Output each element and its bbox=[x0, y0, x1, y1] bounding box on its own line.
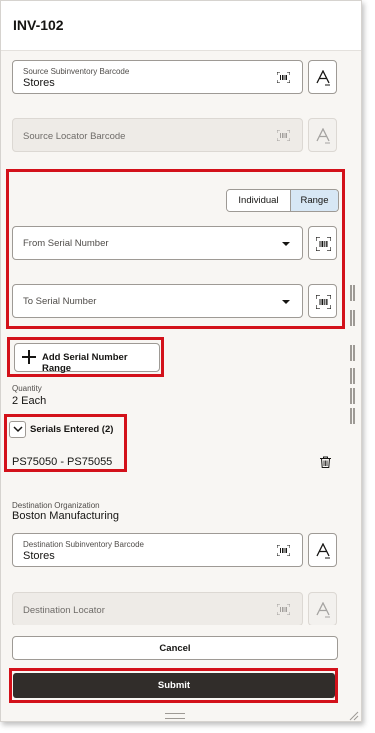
drag-handle[interactable] bbox=[165, 713, 185, 719]
field-value: Stores bbox=[23, 550, 55, 562]
source-subinventory-keyboard-button[interactable] bbox=[308, 60, 337, 94]
serial-mode-range[interactable]: Range bbox=[290, 190, 338, 211]
to-serial-select[interactable]: To Serial Number bbox=[12, 284, 303, 318]
field-placeholder: Destination Locator bbox=[23, 605, 105, 616]
barcode-scan-icon bbox=[277, 604, 290, 615]
field-label: Source Subinventory Barcode bbox=[23, 67, 130, 76]
source-subinventory-field[interactable]: Source Subinventory Barcode Stores bbox=[12, 60, 303, 94]
destination-organization-label: Destination Organization bbox=[12, 501, 100, 510]
to-serial-scan-button[interactable] bbox=[308, 284, 337, 318]
barcode-scan-icon[interactable] bbox=[277, 72, 290, 83]
field-placeholder: From Serial Number bbox=[23, 238, 109, 249]
chevron-down-icon[interactable] bbox=[9, 421, 26, 438]
serials-entered-label: Serials Entered (2) bbox=[30, 424, 114, 435]
add-serial-range-button[interactable]: Add Serial Number Range bbox=[14, 343, 160, 374]
page-header: INV-102 bbox=[1, 1, 361, 51]
keyboard-text-icon bbox=[316, 128, 330, 144]
serial-range-entry: PS75050 - PS75055 bbox=[12, 456, 113, 468]
plus-icon bbox=[22, 350, 36, 364]
page-title: INV-102 bbox=[13, 17, 64, 33]
source-locator-keyboard-button bbox=[308, 118, 337, 152]
dropdown-caret-icon bbox=[282, 300, 290, 304]
from-serial-select[interactable]: From Serial Number bbox=[12, 226, 303, 260]
destination-subinventory-field[interactable]: Destination Subinventory Barcode Stores bbox=[12, 533, 303, 567]
barcode-scan-icon bbox=[316, 237, 331, 251]
destination-locator-field[interactable]: Destination Locator bbox=[12, 592, 303, 626]
keyboard-text-icon bbox=[316, 70, 330, 86]
add-serial-range-label: Add Serial Number Range bbox=[42, 352, 128, 374]
barcode-scan-icon bbox=[277, 130, 290, 141]
quantity-label: Quantity bbox=[12, 384, 42, 393]
resize-grip-icon[interactable] bbox=[347, 709, 359, 721]
destination-subinventory-keyboard-button[interactable] bbox=[308, 533, 337, 567]
source-locator-field[interactable]: Source Locator Barcode bbox=[12, 118, 303, 152]
quantity-value: 2 Each bbox=[12, 395, 47, 407]
field-placeholder: To Serial Number bbox=[23, 296, 97, 307]
barcode-scan-icon[interactable] bbox=[277, 545, 290, 556]
destination-organization-value: Boston Manufacturing bbox=[12, 510, 120, 522]
field-label: Destination Subinventory Barcode bbox=[23, 540, 144, 549]
field-value: Stores bbox=[23, 77, 55, 89]
barcode-scan-icon bbox=[316, 295, 331, 309]
mobile-frame: INV-102 Source Subinventory Barcode Stor… bbox=[0, 0, 362, 722]
keyboard-text-icon bbox=[316, 602, 330, 618]
destination-locator-keyboard-button bbox=[308, 592, 337, 626]
dropdown-caret-icon bbox=[282, 242, 290, 246]
cancel-button[interactable]: Cancel bbox=[12, 636, 338, 660]
serial-mode-toggle[interactable]: Individual Range bbox=[226, 189, 339, 212]
keyboard-text-icon bbox=[316, 543, 330, 559]
trash-icon[interactable] bbox=[320, 456, 331, 468]
serial-mode-individual[interactable]: Individual bbox=[227, 190, 290, 211]
submit-button[interactable]: Submit bbox=[13, 673, 335, 698]
field-placeholder: Source Locator Barcode bbox=[23, 131, 126, 142]
from-serial-scan-button[interactable] bbox=[308, 226, 337, 260]
